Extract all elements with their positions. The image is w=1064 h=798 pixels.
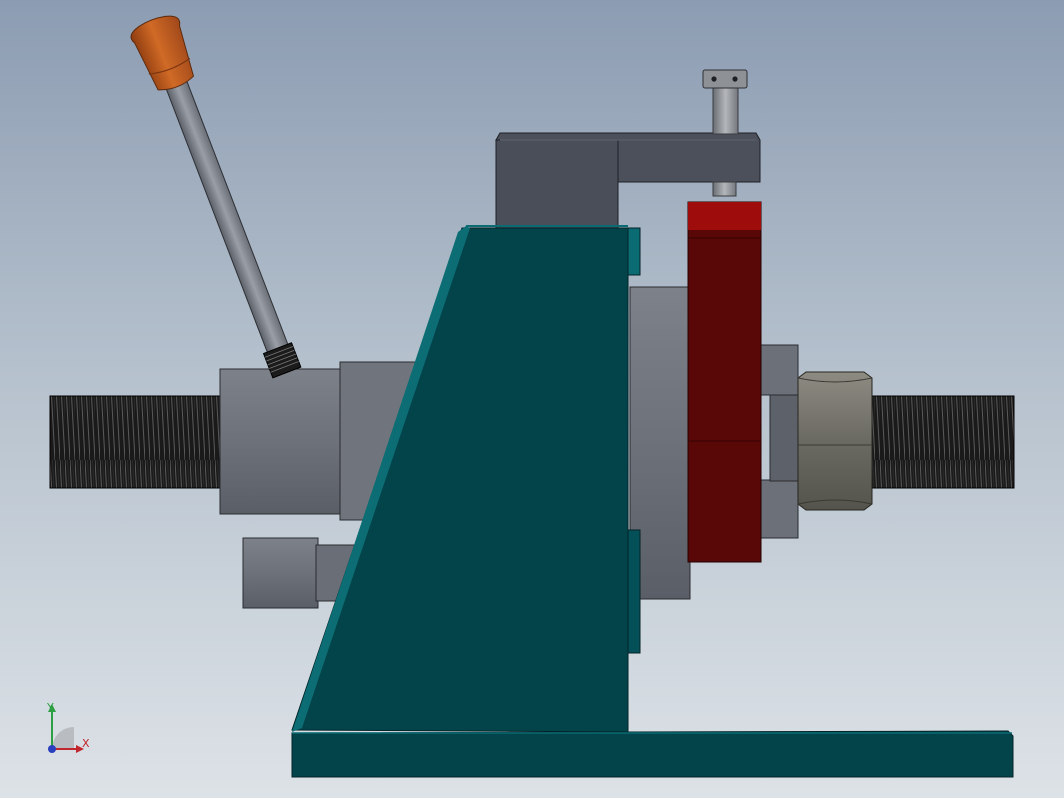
axis-triad: Y X (46, 701, 90, 753)
x-axis-label: X (82, 737, 90, 750)
left-threaded-shaft (49, 395, 223, 489)
cad-viewport[interactable]: Y X (0, 0, 1064, 798)
hex-nut (797, 371, 873, 511)
z-axis-dot (48, 745, 56, 753)
right-collar (759, 344, 801, 539)
model-view: Y X (46, 15, 1015, 778)
red-block (687, 201, 762, 563)
y-axis-label: Y (46, 701, 54, 714)
lever-handle (130, 15, 302, 379)
